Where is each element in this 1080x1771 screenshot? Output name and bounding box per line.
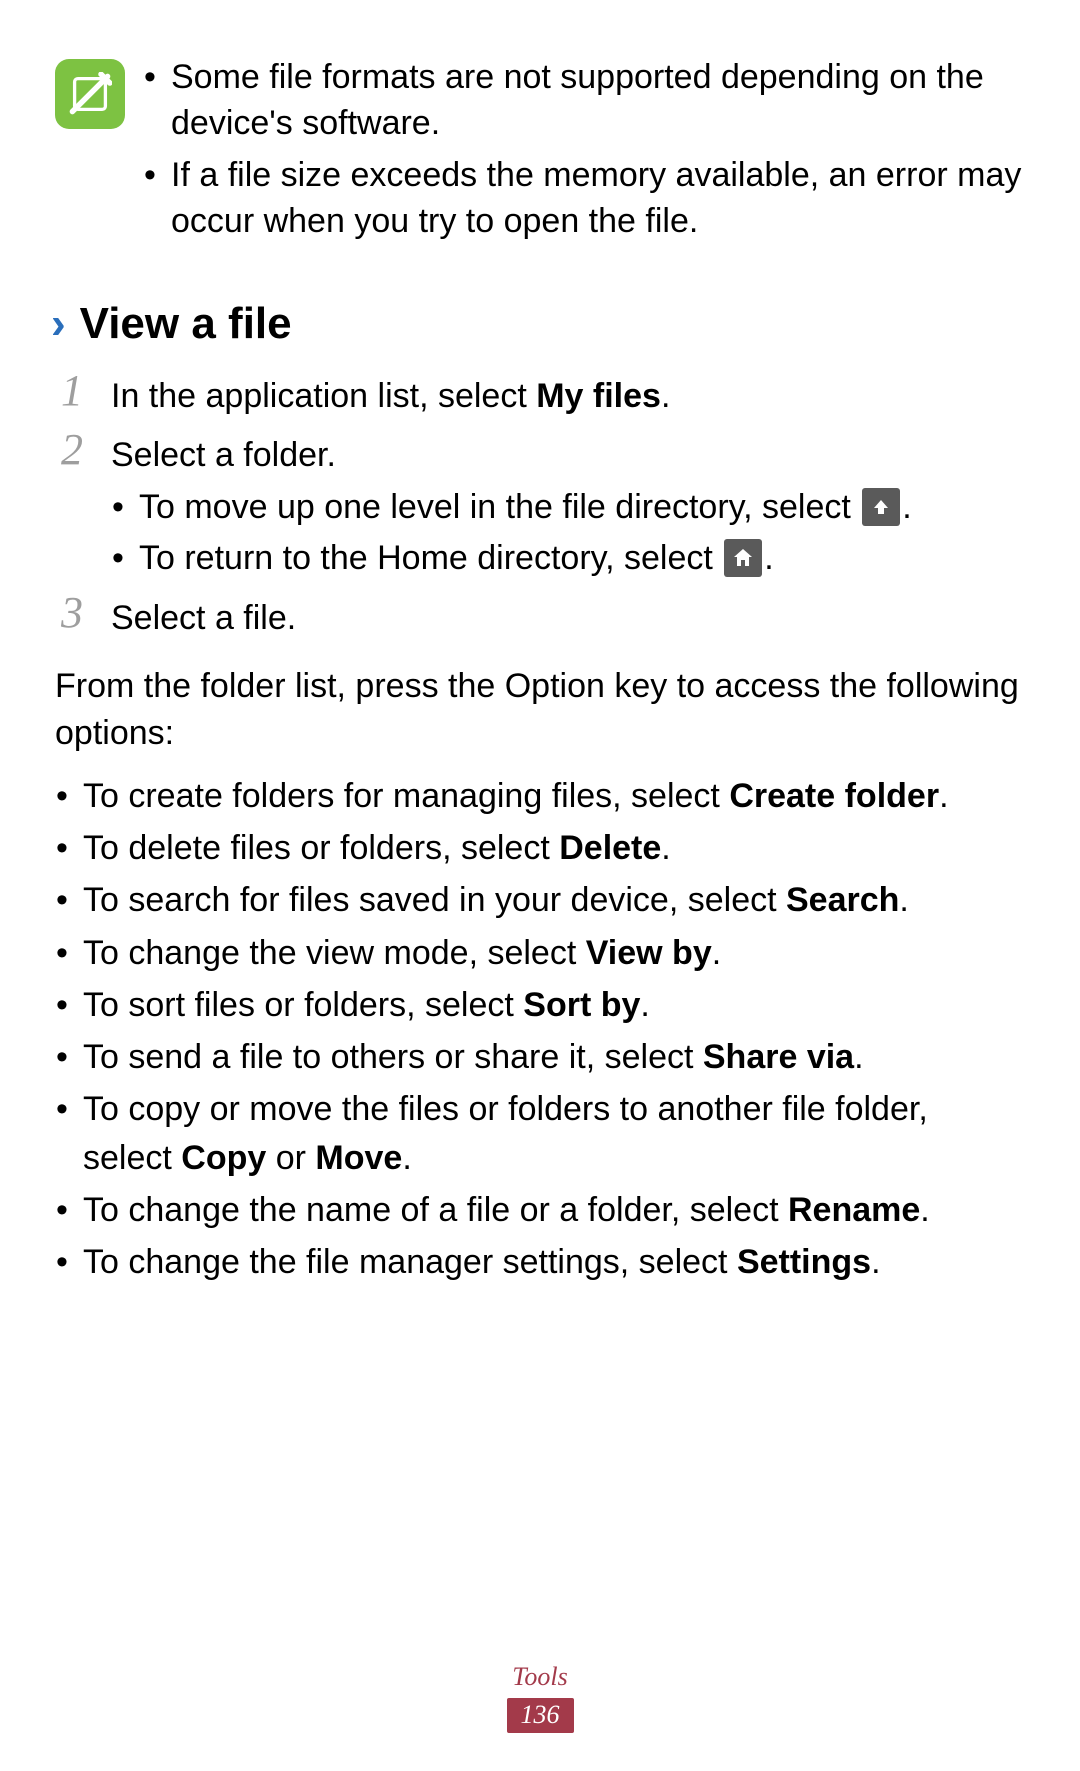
step-sub-item: • To return to the Home directory, selec… [111,535,1025,583]
note-block: • Some file formats are not supported de… [55,55,1025,251]
note-list: • Some file formats are not supported de… [143,55,1025,251]
chevron-icon: › [51,302,66,346]
step-body: In the application list, select My files… [111,367,1025,421]
option-item: • To send a file to others or share it, s… [55,1033,1025,1081]
step-text: In the application list, select [111,377,536,415]
note-icon [55,59,125,129]
option-text: To sort files or folders, select Sort by… [83,981,650,1029]
bullet-icon: • [55,824,69,872]
step-sub-text: To move up one level in the file directo… [139,484,912,532]
note-text: Some file formats are not supported depe… [171,55,1025,147]
bullet-icon: • [55,772,69,820]
option-text: To change the view mode, select View by. [83,929,721,977]
step-number: 1 [55,367,89,415]
options-list: • To create folders for managing files, s… [55,772,1025,1287]
bullet-icon: • [55,1186,69,1234]
option-text: To create folders for managing files, se… [83,772,949,820]
bullet-icon: • [55,929,69,977]
bullet-icon: • [111,535,125,583]
option-item: •To copy or move the files or folders to… [55,1085,1025,1182]
option-item: • To search for files saved in your devic… [55,876,1025,924]
option-text: To change the file manager settings, sel… [83,1238,881,1286]
section-heading: › View a file [51,299,1025,349]
option-text: To search for files saved in your device… [83,876,909,924]
section-title: View a file [80,299,292,349]
option-text: To change the name of a file or a folder… [83,1186,930,1234]
note-text: If a file size exceeds the memory availa… [171,153,1025,245]
option-item: • To change the file manager settings, se… [55,1238,1025,1286]
step-bold: My files [536,377,661,415]
step-text: Select a file. [111,599,296,637]
chapter-label: Tools [0,1662,1080,1692]
option-item: • To create folders for managing files, s… [55,772,1025,820]
step-number: 3 [55,589,89,637]
note-item: • Some file formats are not supported de… [143,55,1025,147]
steps-list: 1 In the application list, select My fil… [55,367,1025,643]
option-text: To delete files or folders, select Delet… [83,824,671,872]
option-item: • To delete files or folders, select Dele… [55,824,1025,872]
bullet-icon: • [143,55,157,147]
step-body: Select a folder. • To move up one level … [111,426,1025,583]
option-item: • To change the view mode, select View by… [55,929,1025,977]
page: • Some file formats are not supported de… [0,0,1080,1771]
step: 3 Select a file. [55,589,1025,643]
bullet-icon: • [55,1238,69,1286]
option-text: To copy or move the files or folders to … [83,1085,1025,1182]
option-item: • To sort files or folders, select Sort b… [55,981,1025,1029]
step-text: Select a folder. [111,432,1025,480]
step: 1 In the application list, select My fil… [55,367,1025,421]
step-sub-item: • To move up one level in the file direc… [111,484,1025,532]
bullet-icon: • [55,981,69,1029]
step-sub-text: To return to the Home directory, select … [139,535,774,583]
options-intro: From the folder list, press the Option k… [55,663,1025,758]
bullet-icon: • [55,1033,69,1081]
up-level-icon [862,488,900,526]
step: 2 Select a folder. • To move up one leve… [55,426,1025,583]
option-item: • To change the name of a file or a folde… [55,1186,1025,1234]
option-text: To send a file to others or share it, se… [83,1033,864,1081]
bullet-icon: • [55,1085,69,1182]
bullet-icon: • [55,876,69,924]
step-body: Select a file. [111,589,1025,643]
page-number: 136 [507,1698,574,1733]
step-number: 2 [55,426,89,474]
step-text: . [661,377,670,415]
page-footer: Tools 136 [0,1662,1080,1733]
note-item: • If a file size exceeds the memory avai… [143,153,1025,245]
bullet-icon: • [111,484,125,532]
home-icon [724,539,762,577]
bullet-icon: • [143,153,157,245]
